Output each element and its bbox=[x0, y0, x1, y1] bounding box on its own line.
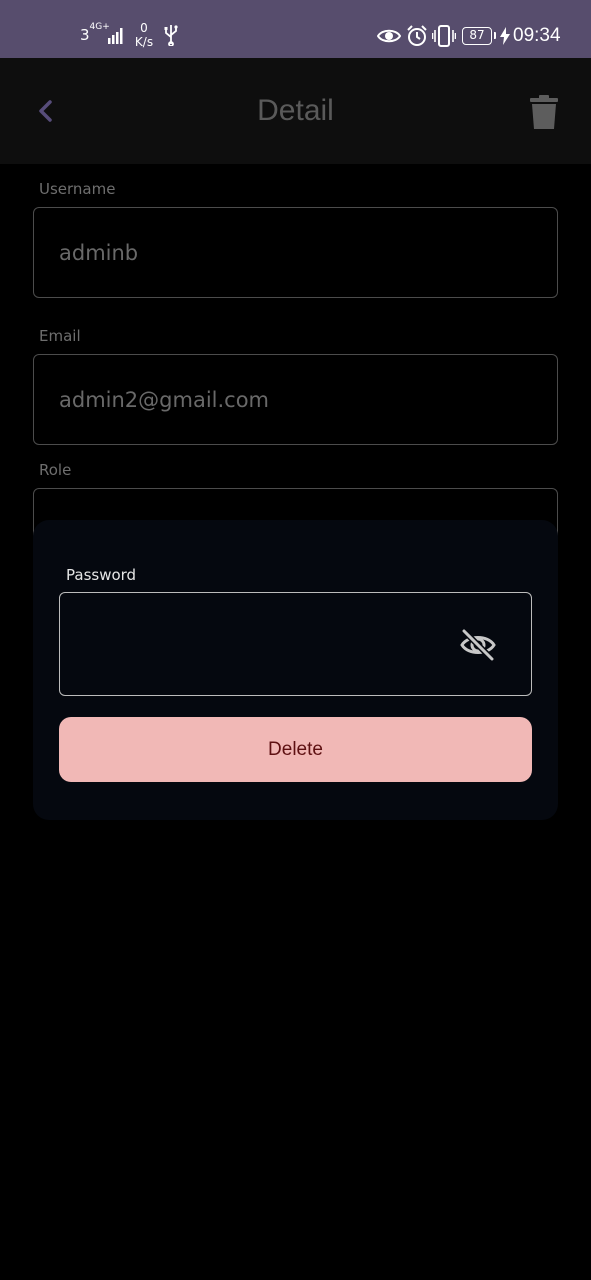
delete-dialog: Password Delete bbox=[33, 520, 558, 820]
page-title: Detail bbox=[257, 94, 334, 127]
delete-button[interactable]: Delete bbox=[59, 717, 532, 782]
email-value: admin2@gmail.com bbox=[59, 388, 270, 412]
trash-icon[interactable] bbox=[530, 95, 558, 129]
eye-icon bbox=[377, 29, 401, 43]
status-bar: 34G+ 0 K/s 87 09:34 bbox=[0, 0, 591, 58]
email-field[interactable]: admin2@gmail.com bbox=[33, 354, 558, 445]
vibrate-icon bbox=[432, 25, 456, 47]
role-label: Role bbox=[39, 461, 72, 479]
email-label: Email bbox=[39, 327, 81, 345]
charging-bolt-icon bbox=[500, 27, 510, 45]
network-indicator: 34G+ bbox=[80, 22, 110, 44]
alarm-icon bbox=[407, 25, 427, 46]
usb-icon bbox=[164, 25, 178, 46]
network-speed: 0 K/s bbox=[134, 21, 154, 49]
signal-bars-icon bbox=[108, 28, 123, 44]
username-field[interactable]: adminb bbox=[33, 207, 558, 298]
password-label: Password bbox=[66, 566, 137, 584]
app-bar: Detail bbox=[0, 58, 591, 164]
username-value: adminb bbox=[59, 241, 139, 265]
eye-off-icon[interactable] bbox=[458, 625, 498, 665]
username-label: Username bbox=[39, 180, 116, 198]
battery-icon: 87 bbox=[462, 27, 496, 45]
password-input[interactable] bbox=[59, 592, 532, 696]
clock: 09:34 bbox=[513, 25, 561, 46]
